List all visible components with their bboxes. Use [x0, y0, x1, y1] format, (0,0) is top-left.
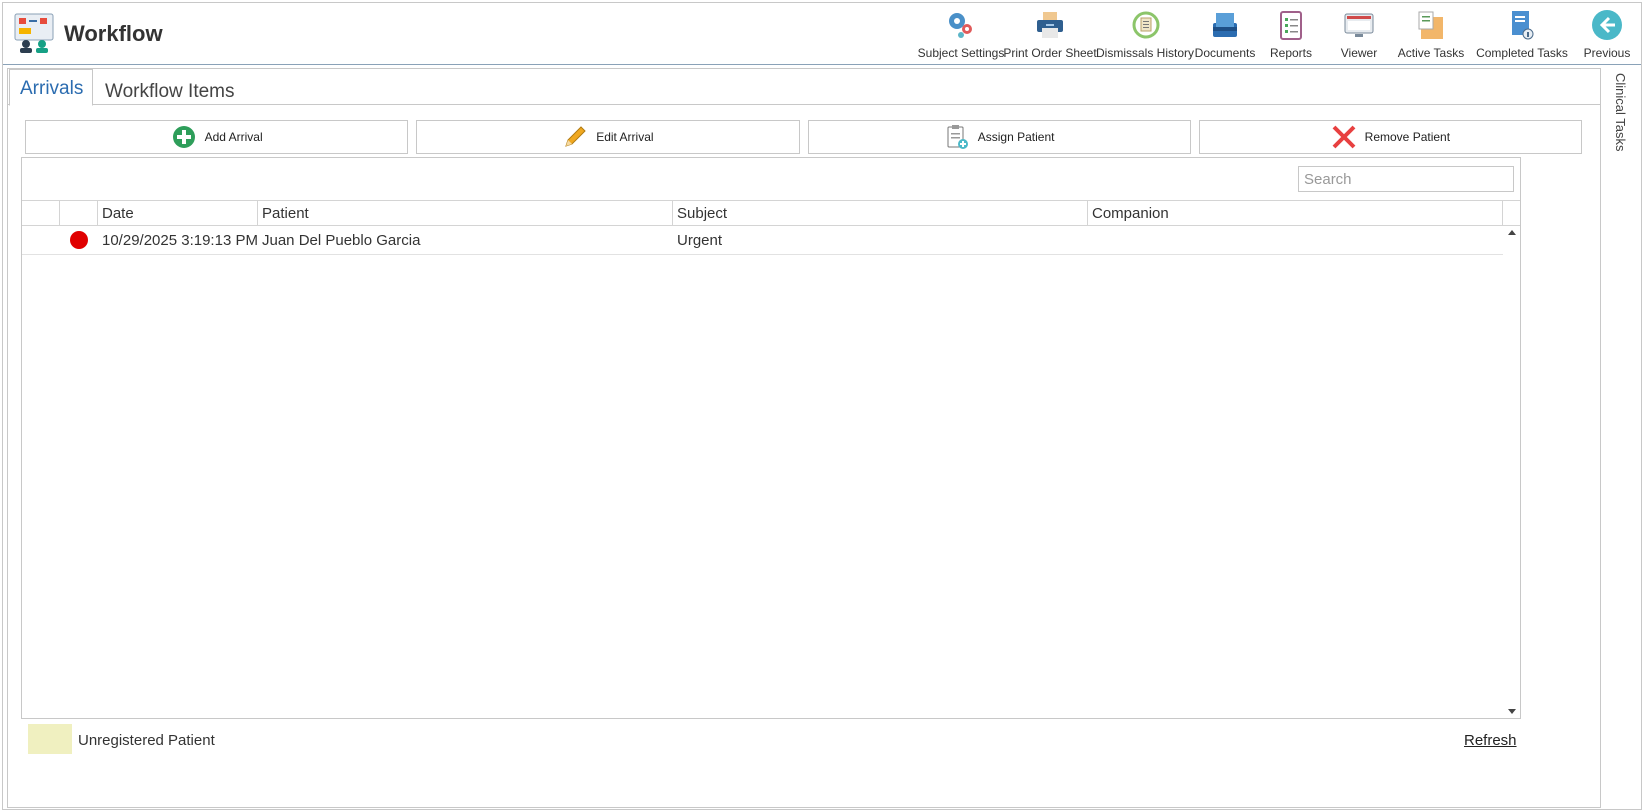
- clinical-tasks-side-tab[interactable]: Clinical Tasks: [1605, 69, 1641, 189]
- refresh-link[interactable]: Refresh: [1464, 732, 1517, 749]
- column-header-subject[interactable]: Subject: [673, 201, 1088, 225]
- previous-button[interactable]: Previous: [1575, 3, 1639, 65]
- column-header-status[interactable]: [60, 201, 98, 225]
- completed-tasks-icon: [1505, 8, 1539, 42]
- unregistered-legend-swatch: [28, 724, 72, 754]
- printer-icon: [1033, 8, 1067, 42]
- header-scroll-spacer: [1503, 201, 1520, 225]
- scroll-down-arrow-icon[interactable]: [1508, 709, 1516, 714]
- workflow-logo-icon: [14, 13, 54, 53]
- active-tasks-button[interactable]: Active Tasks: [1393, 3, 1469, 65]
- viewer-button[interactable]: Viewer: [1325, 3, 1393, 65]
- back-arrow-icon: [1590, 8, 1624, 42]
- arrivals-grid: Date Patient Subject Companion 10/29/202…: [21, 157, 1521, 719]
- add-arrival-button[interactable]: Add Arrival: [25, 120, 409, 154]
- red-x-icon: [1331, 124, 1357, 150]
- column-header-date[interactable]: Date: [98, 201, 258, 225]
- table-row[interactable]: 10/29/2025 3:19:13 PM Juan Del Pueblo Ga…: [22, 227, 1503, 255]
- header: Workflow Subject Settings Print Order Sh…: [3, 3, 1641, 65]
- edit-arrival-button[interactable]: Edit Arrival: [416, 120, 800, 154]
- workflow-window: Workflow Subject Settings Print Order Sh…: [2, 2, 1642, 810]
- row-select-cell: [22, 227, 60, 254]
- pencil-icon: [562, 124, 588, 150]
- clipboard-add-icon: [944, 124, 970, 150]
- grid-header: Date Patient Subject Companion: [22, 200, 1520, 226]
- status-cell: [60, 227, 98, 254]
- search-input[interactable]: [1298, 166, 1514, 192]
- patient-cell: Juan Del Pueblo Garcia: [262, 232, 421, 249]
- remove-patient-button[interactable]: Remove Patient: [1198, 120, 1582, 154]
- dismissals-history-button[interactable]: Dismissals History: [1096, 3, 1194, 65]
- scroll-up-arrow-icon[interactable]: [1508, 230, 1516, 235]
- documents-button[interactable]: Documents: [1193, 3, 1257, 65]
- unregistered-legend-label: Unregistered Patient: [78, 732, 215, 749]
- assign-patient-button[interactable]: Assign Patient: [807, 120, 1191, 154]
- tab-workflow-items[interactable]: Workflow Items: [95, 69, 245, 105]
- tab-bar: Arrivals Workflow Items: [8, 69, 1600, 106]
- history-icon: [1128, 8, 1162, 42]
- gears-icon: [944, 8, 978, 42]
- arrivals-panel: Arrivals Workflow Items Add Arrival Edit…: [7, 68, 1601, 808]
- vertical-scrollbar[interactable]: [1504, 226, 1520, 718]
- plus-circle-icon: [171, 124, 197, 150]
- column-header-select[interactable]: [22, 201, 60, 225]
- tab-arrivals[interactable]: Arrivals: [9, 69, 93, 106]
- completed-tasks-button[interactable]: Completed Tasks: [1469, 3, 1575, 65]
- toolbar: Subject Settings Print Order Sheet Dismi…: [918, 3, 1639, 65]
- app-title: Workflow: [64, 21, 163, 46]
- reports-button[interactable]: Reports: [1257, 3, 1325, 65]
- column-header-companion[interactable]: Companion: [1088, 201, 1503, 225]
- column-header-patient[interactable]: Patient: [258, 201, 673, 225]
- active-tasks-icon: [1414, 8, 1448, 42]
- reports-icon: [1274, 8, 1308, 42]
- subject-cell: Urgent: [677, 232, 723, 249]
- action-bar: Add Arrival Edit Arrival Assign Patient …: [25, 120, 1582, 154]
- urgent-status-dot-icon: [70, 231, 88, 249]
- print-order-sheet-button[interactable]: Print Order Sheet: [1003, 3, 1097, 65]
- viewer-icon: [1342, 8, 1376, 42]
- companion-cell: [1088, 227, 1503, 254]
- date-cell: 10/29/2025 3:19:13 PM: [102, 232, 258, 249]
- documents-icon: [1208, 8, 1242, 42]
- subject-settings-button[interactable]: Subject Settings: [918, 3, 1004, 65]
